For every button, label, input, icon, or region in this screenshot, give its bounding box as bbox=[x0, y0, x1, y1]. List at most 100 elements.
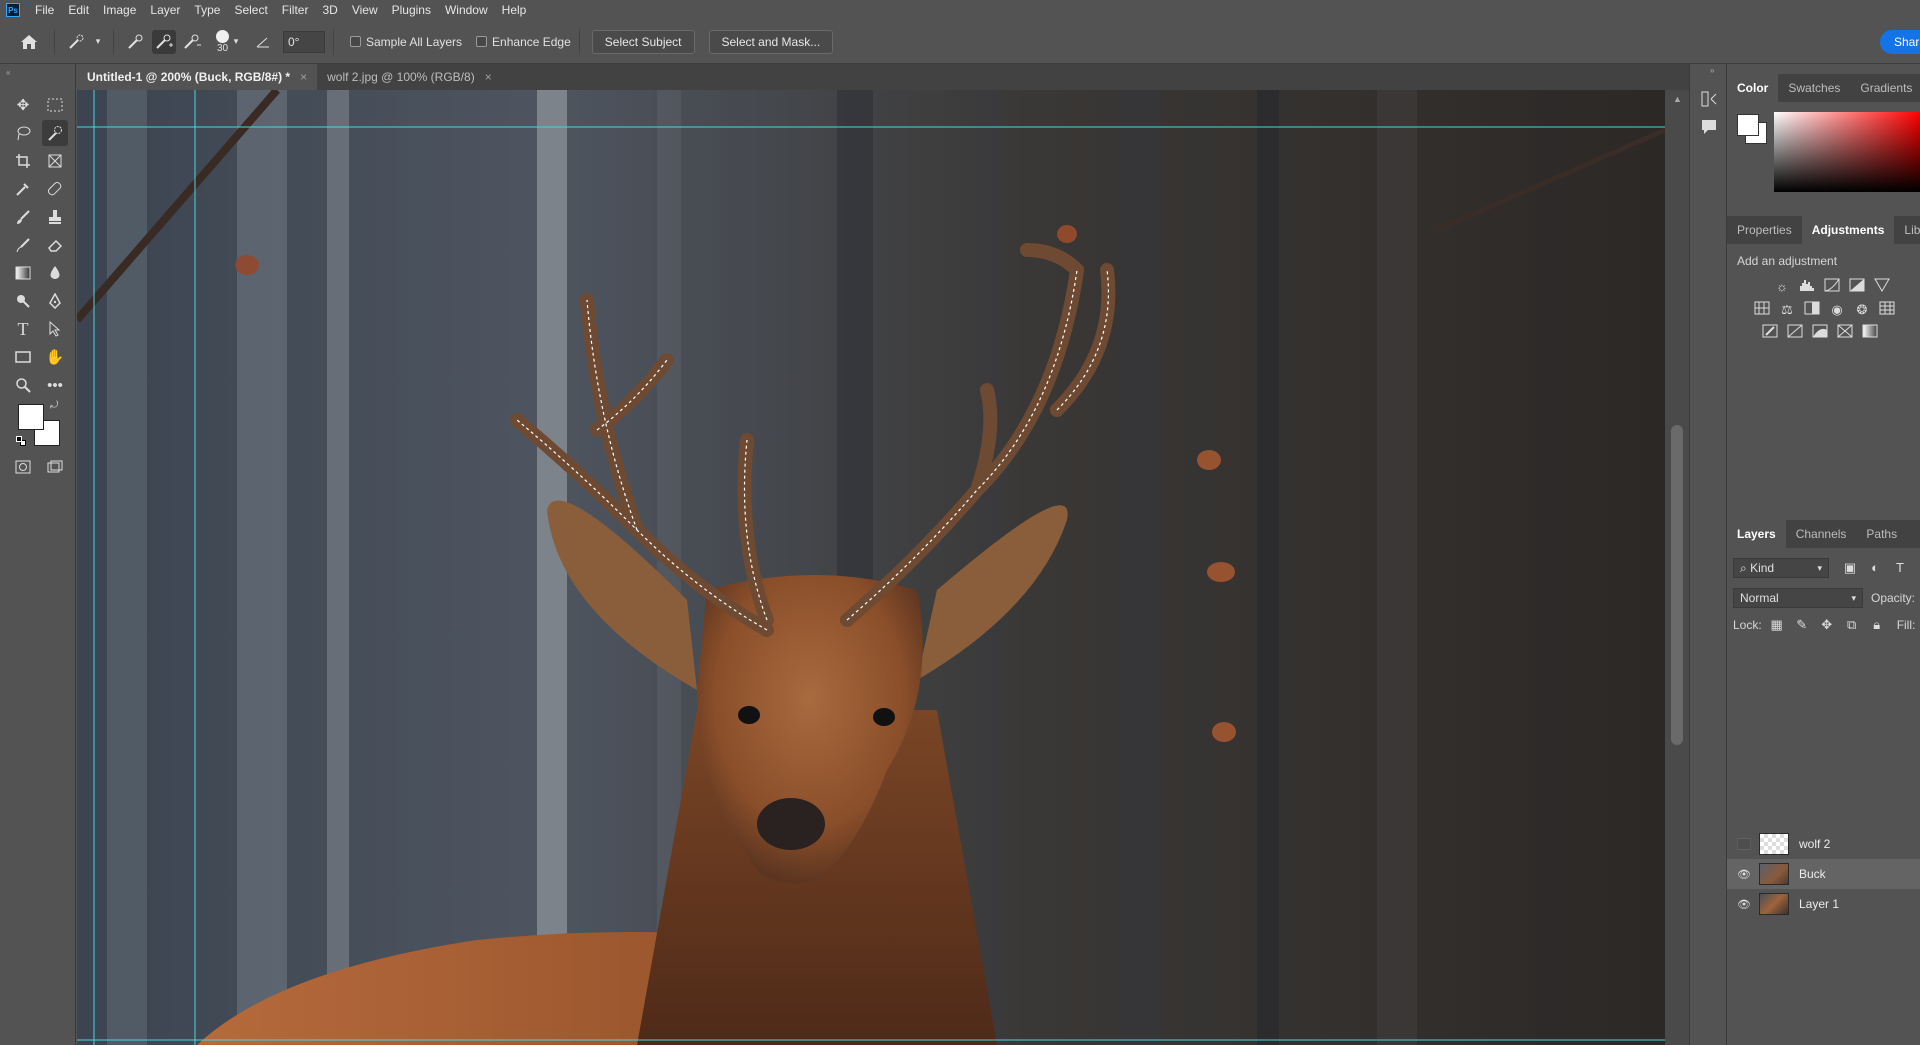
vertical-scrollbar[interactable]: ▲ bbox=[1665, 90, 1689, 1045]
color-lookup-icon[interactable] bbox=[1878, 301, 1896, 319]
tab-swatches[interactable]: Swatches bbox=[1778, 74, 1850, 102]
layer-row-wolf-2[interactable]: wolf 2 bbox=[1727, 829, 1920, 859]
gradient-map-icon[interactable] bbox=[1861, 324, 1879, 342]
filter-type-icon[interactable]: T bbox=[1891, 559, 1909, 577]
scrollbar-thumb[interactable] bbox=[1671, 425, 1683, 745]
color-panel-foreground-swatch[interactable] bbox=[1737, 114, 1759, 136]
menu-select[interactable]: Select bbox=[227, 0, 274, 20]
filter-adjustment-icon[interactable]: ◐ bbox=[1866, 559, 1884, 577]
threshold-icon[interactable] bbox=[1811, 324, 1829, 342]
crop-tool-icon[interactable] bbox=[10, 148, 36, 174]
hue-saturation-icon[interactable] bbox=[1753, 301, 1771, 319]
channel-mixer-icon[interactable]: ❂ bbox=[1853, 301, 1871, 319]
checkbox-box[interactable] bbox=[350, 36, 361, 47]
sample-all-layers-checkbox[interactable]: Sample All Layers bbox=[350, 35, 462, 49]
menu-help[interactable]: Help bbox=[495, 0, 534, 20]
menu-type[interactable]: Type bbox=[187, 0, 227, 20]
type-tool-icon[interactable]: T bbox=[10, 316, 36, 342]
layer-row-layer-1[interactable]: 👁︎ Layer 1 bbox=[1727, 889, 1920, 919]
scroll-up-icon[interactable]: ▲ bbox=[1673, 94, 1682, 104]
tab-libraries[interactable]: Libr bbox=[1894, 216, 1920, 244]
selective-color-icon[interactable] bbox=[1836, 323, 1854, 342]
default-colors-icon[interactable] bbox=[16, 436, 26, 446]
lock-position-icon[interactable]: ✥ bbox=[1818, 616, 1836, 634]
lock-artboard-icon[interactable]: ⧉ bbox=[1843, 616, 1861, 634]
menu-image[interactable]: Image bbox=[96, 0, 143, 20]
menu-edit[interactable]: Edit bbox=[61, 0, 96, 20]
marquee-tool-icon[interactable] bbox=[42, 92, 68, 118]
new-selection-icon[interactable] bbox=[124, 30, 148, 54]
close-icon[interactable]: × bbox=[485, 64, 492, 90]
blend-mode-select[interactable]: Normal ▾ bbox=[1733, 588, 1863, 608]
history-brush-tool-icon[interactable] bbox=[10, 232, 36, 258]
move-tool-icon[interactable]: ✥ bbox=[10, 92, 36, 118]
vibrance-icon[interactable] bbox=[1873, 278, 1891, 296]
chevron-down-icon[interactable]: ▾ bbox=[231, 30, 241, 54]
home-icon[interactable] bbox=[14, 30, 44, 54]
menu-filter[interactable]: Filter bbox=[275, 0, 316, 20]
history-icon[interactable] bbox=[1699, 90, 1719, 110]
screen-mode-icon[interactable] bbox=[42, 454, 68, 480]
eraser-tool-icon[interactable] bbox=[42, 232, 68, 258]
hand-tool-icon[interactable]: ✋ bbox=[42, 344, 68, 370]
rectangle-tool-icon[interactable] bbox=[10, 344, 36, 370]
visibility-toggle-empty[interactable] bbox=[1737, 838, 1751, 850]
quick-selection-tool-icon[interactable] bbox=[42, 120, 68, 146]
tab-layers[interactable]: Layers bbox=[1727, 520, 1786, 548]
clone-stamp-tool-icon[interactable] bbox=[42, 204, 68, 230]
lock-transparent-icon[interactable]: ▦ bbox=[1768, 616, 1786, 634]
layer-row-buck[interactable]: 👁︎ Buck bbox=[1727, 859, 1920, 889]
levels-icon[interactable] bbox=[1798, 278, 1816, 296]
select-and-mask-button[interactable]: Select and Mask... bbox=[708, 29, 834, 54]
tab-paths[interactable]: Paths bbox=[1856, 520, 1907, 548]
healing-brush-tool-icon[interactable] bbox=[42, 176, 68, 202]
lock-image-icon[interactable]: ✎ bbox=[1793, 616, 1811, 634]
tab-gradients[interactable]: Gradients bbox=[1850, 74, 1920, 102]
angle-input[interactable]: 0° bbox=[283, 30, 325, 53]
quick-mask-icon[interactable] bbox=[10, 454, 36, 480]
chevron-down-icon[interactable]: ▾ bbox=[93, 30, 103, 54]
tab-color[interactable]: Color bbox=[1727, 74, 1779, 102]
menu-file[interactable]: File bbox=[28, 0, 61, 20]
menu-3d[interactable]: 3D bbox=[315, 0, 344, 20]
blur-tool-icon[interactable] bbox=[42, 260, 68, 286]
menu-view[interactable]: View bbox=[345, 0, 385, 20]
color-balance-icon[interactable]: ⚖ bbox=[1778, 301, 1796, 319]
tab-untitled-1[interactable]: Untitled-1 @ 200% (Buck, RGB/8#) * × bbox=[77, 64, 318, 90]
curves-icon[interactable] bbox=[1823, 278, 1841, 296]
add-to-selection-icon[interactable] bbox=[152, 29, 176, 54]
tab-wolf-2[interactable]: wolf 2.jpg @ 100% (RGB/8) × bbox=[317, 64, 502, 90]
swap-colors-icon[interactable]: ⤾ bbox=[50, 400, 58, 411]
pen-tool-icon[interactable] bbox=[42, 288, 68, 314]
photo-filter-icon[interactable]: ◉ bbox=[1828, 301, 1846, 319]
enhance-edge-checkbox[interactable]: Enhance Edge bbox=[476, 35, 571, 49]
gradient-tool-icon[interactable] bbox=[10, 260, 36, 286]
black-white-icon[interactable] bbox=[1803, 301, 1821, 319]
layer-filter-kind-select[interactable]: ⌕ Kind ▾ bbox=[1733, 558, 1829, 578]
comments-icon[interactable] bbox=[1699, 118, 1719, 138]
layer-name[interactable]: wolf 2 bbox=[1799, 837, 1830, 851]
lock-all-icon[interactable]: 🔒︎ bbox=[1868, 616, 1886, 634]
menu-layer[interactable]: Layer bbox=[143, 0, 187, 20]
filter-pixel-icon[interactable]: ▣ bbox=[1841, 559, 1859, 577]
frame-tool-icon[interactable] bbox=[42, 148, 68, 174]
invert-icon[interactable] bbox=[1761, 324, 1779, 342]
checkbox-box[interactable] bbox=[476, 36, 488, 47]
brush-size-picker[interactable]: 30 bbox=[216, 29, 229, 54]
menu-plugins[interactable]: Plugins bbox=[385, 0, 438, 20]
collapse-icon[interactable]: « bbox=[6, 68, 10, 77]
color-picker-field[interactable] bbox=[1774, 112, 1920, 192]
brightness-contrast-icon[interactable]: ☼ bbox=[1773, 278, 1791, 296]
quick-selection-preset-icon[interactable] bbox=[65, 30, 89, 54]
path-selection-tool-icon[interactable] bbox=[42, 316, 68, 342]
select-subject-button[interactable]: Select Subject bbox=[591, 29, 695, 54]
layer-name[interactable]: Layer 1 bbox=[1799, 897, 1839, 911]
eye-icon[interactable]: 👁︎ bbox=[1737, 898, 1751, 911]
more-tools-icon[interactable]: ••• bbox=[42, 372, 68, 398]
exposure-icon[interactable] bbox=[1848, 278, 1866, 296]
document-canvas[interactable] bbox=[77, 90, 1665, 1045]
menu-window[interactable]: Window bbox=[438, 0, 495, 20]
foreground-color-swatch[interactable] bbox=[18, 404, 44, 430]
dodge-tool-icon[interactable] bbox=[10, 288, 36, 314]
share-button[interactable]: Shar bbox=[1880, 30, 1920, 54]
